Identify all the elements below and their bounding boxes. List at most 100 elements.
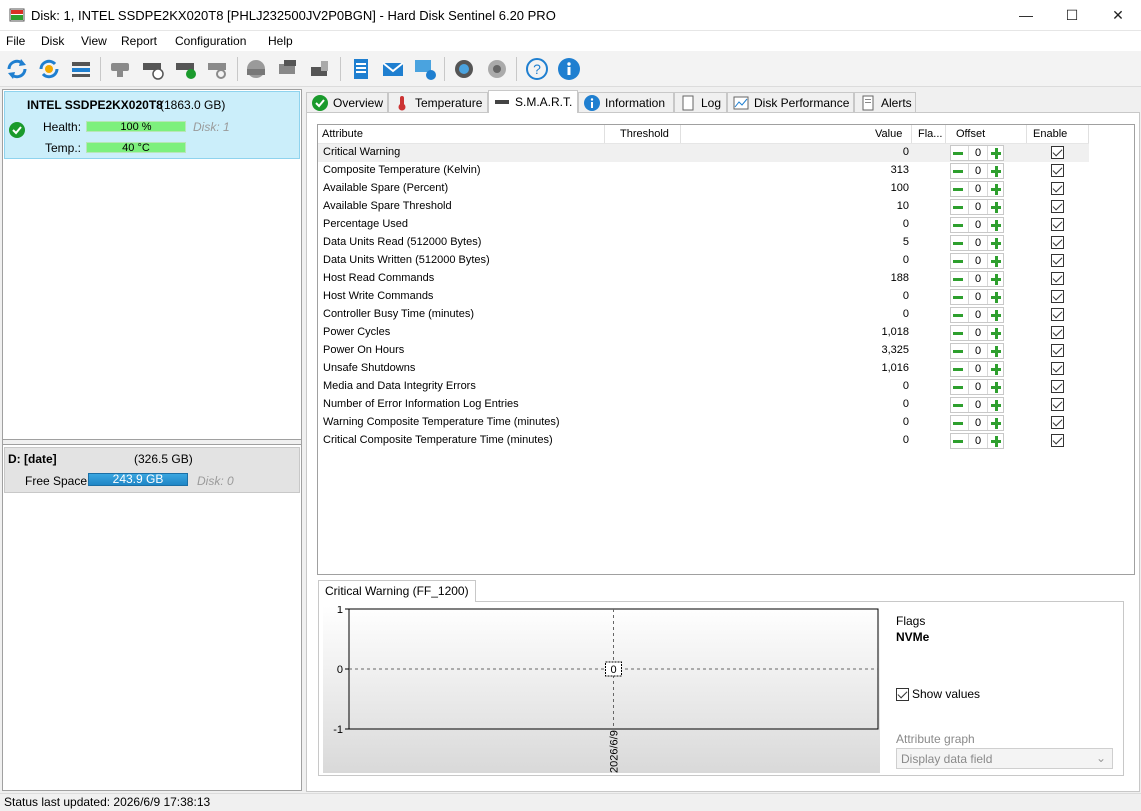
plus-icon[interactable] (994, 310, 998, 321)
info-icon[interactable] (556, 56, 582, 82)
help-icon[interactable]: ? (524, 56, 550, 82)
offset-value[interactable]: 0 (968, 344, 988, 358)
attribute-graph-select[interactable]: Display data field ⌄ (896, 748, 1113, 769)
plus-icon[interactable] (994, 328, 998, 339)
enable-checkbox[interactable] (1051, 290, 1064, 303)
disk-surface-icon[interactable] (243, 56, 269, 82)
minus-icon[interactable] (953, 314, 963, 317)
tab-overview[interactable]: Overview (306, 92, 388, 112)
menu-disk[interactable]: Disk (41, 34, 64, 48)
col-enable[interactable]: Enable (1033, 128, 1067, 140)
menu-configuration[interactable]: Configuration (175, 34, 246, 48)
offset-stepper[interactable]: 0 (950, 433, 1004, 449)
table-row[interactable]: Data Units Read (512000 Bytes) 5 0 (318, 234, 1089, 252)
offset-value[interactable]: 0 (968, 434, 988, 448)
col-value[interactable]: Value (875, 128, 902, 140)
offset-value[interactable]: 0 (968, 362, 988, 376)
offset-value[interactable]: 0 (968, 308, 988, 322)
show-values-checkbox[interactable]: Show values (896, 687, 980, 701)
maximize-button[interactable]: ☐ (1049, 0, 1095, 31)
offset-stepper[interactable]: 0 (950, 343, 1004, 359)
offset-value[interactable]: 0 (968, 398, 988, 412)
col-threshold[interactable]: Threshold (620, 128, 669, 140)
offset-stepper[interactable]: 0 (950, 253, 1004, 269)
disk-hide-icon[interactable] (107, 56, 133, 82)
plus-icon[interactable] (994, 148, 998, 159)
plus-icon[interactable] (994, 382, 998, 393)
enable-checkbox[interactable] (1051, 146, 1064, 159)
offset-value[interactable]: 0 (968, 164, 988, 178)
offset-value[interactable]: 0 (968, 200, 988, 214)
offset-stepper[interactable]: 0 (950, 361, 1004, 377)
offset-stepper[interactable]: 0 (950, 217, 1004, 233)
disk-schedule-icon[interactable] (140, 56, 166, 82)
settings-icon[interactable] (451, 56, 477, 82)
refresh-all-icon[interactable] (36, 56, 62, 82)
enable-checkbox[interactable] (1051, 254, 1064, 267)
menu-file[interactable]: File (6, 34, 25, 48)
panel-splitter[interactable] (3, 439, 301, 445)
minimize-button[interactable]: — (1003, 0, 1049, 31)
plus-icon[interactable] (994, 292, 998, 303)
col-flags[interactable]: Fla... (918, 128, 942, 140)
offset-stepper[interactable]: 0 (950, 307, 1004, 323)
email-icon[interactable] (380, 56, 406, 82)
table-row[interactable]: Unsafe Shutdowns 1,016 0 (318, 360, 1089, 378)
enable-checkbox[interactable] (1051, 416, 1064, 429)
col-attribute[interactable]: Attribute (322, 128, 363, 140)
volume-card[interactable]: D: [date] (326.5 GB) Free Space 243.9 GB… (4, 447, 300, 493)
table-row[interactable]: Controller Busy Time (minutes) 0 0 (318, 306, 1089, 324)
plus-icon[interactable] (994, 418, 998, 429)
offset-value[interactable]: 0 (968, 146, 988, 160)
minus-icon[interactable] (953, 242, 963, 245)
table-row[interactable]: Host Read Commands 188 0 (318, 270, 1089, 288)
offset-value[interactable]: 0 (968, 416, 988, 430)
enable-checkbox[interactable] (1051, 218, 1064, 231)
offset-value[interactable]: 0 (968, 326, 988, 340)
minus-icon[interactable] (953, 152, 963, 155)
enable-checkbox[interactable] (1051, 344, 1064, 357)
tab-smart[interactable]: S.M.A.R.T. (488, 90, 578, 113)
minus-icon[interactable] (953, 422, 963, 425)
offset-stepper[interactable]: 0 (950, 199, 1004, 215)
plus-icon[interactable] (994, 220, 998, 231)
plus-icon[interactable] (994, 364, 998, 375)
disk-search-icon[interactable] (205, 56, 231, 82)
enable-checkbox[interactable] (1051, 182, 1064, 195)
minus-icon[interactable] (953, 404, 963, 407)
enable-checkbox[interactable] (1051, 164, 1064, 177)
offset-stepper[interactable]: 0 (950, 235, 1004, 251)
minus-icon[interactable] (953, 386, 963, 389)
enable-checkbox[interactable] (1051, 200, 1064, 213)
offset-stepper[interactable]: 0 (950, 397, 1004, 413)
offset-value[interactable]: 0 (968, 272, 988, 286)
tab-information[interactable]: Information (578, 92, 674, 112)
minus-icon[interactable] (953, 224, 963, 227)
table-row[interactable]: Power On Hours 3,325 0 (318, 342, 1089, 360)
minus-icon[interactable] (953, 368, 963, 371)
offset-stepper[interactable]: 0 (950, 379, 1004, 395)
minus-icon[interactable] (953, 278, 963, 281)
tab-temperature[interactable]: Temperature (388, 92, 488, 112)
minus-icon[interactable] (953, 296, 963, 299)
offset-value[interactable]: 0 (968, 218, 988, 232)
plus-icon[interactable] (994, 436, 998, 447)
table-row[interactable]: Warning Composite Temperature Time (minu… (318, 414, 1089, 432)
plus-icon[interactable] (994, 202, 998, 213)
tab-log[interactable]: Log (674, 92, 727, 112)
table-row[interactable]: Critical Composite Temperature Time (min… (318, 432, 1089, 450)
minus-icon[interactable] (953, 332, 963, 335)
table-row[interactable]: Power Cycles 1,018 0 (318, 324, 1089, 342)
offset-stepper[interactable]: 0 (950, 145, 1004, 161)
offset-value[interactable]: 0 (968, 380, 988, 394)
table-row[interactable]: Media and Data Integrity Errors 0 0 (318, 378, 1089, 396)
minus-icon[interactable] (953, 440, 963, 443)
minus-icon[interactable] (953, 206, 963, 209)
network-icon[interactable] (412, 56, 438, 82)
disk-benchmark-icon[interactable] (307, 56, 333, 82)
offset-stepper[interactable]: 0 (950, 163, 1004, 179)
offset-stepper[interactable]: 0 (950, 181, 1004, 197)
table-row[interactable]: Available Spare (Percent) 100 0 (318, 180, 1089, 198)
plus-icon[interactable] (994, 256, 998, 267)
table-row[interactable]: Percentage Used 0 0 (318, 216, 1089, 234)
